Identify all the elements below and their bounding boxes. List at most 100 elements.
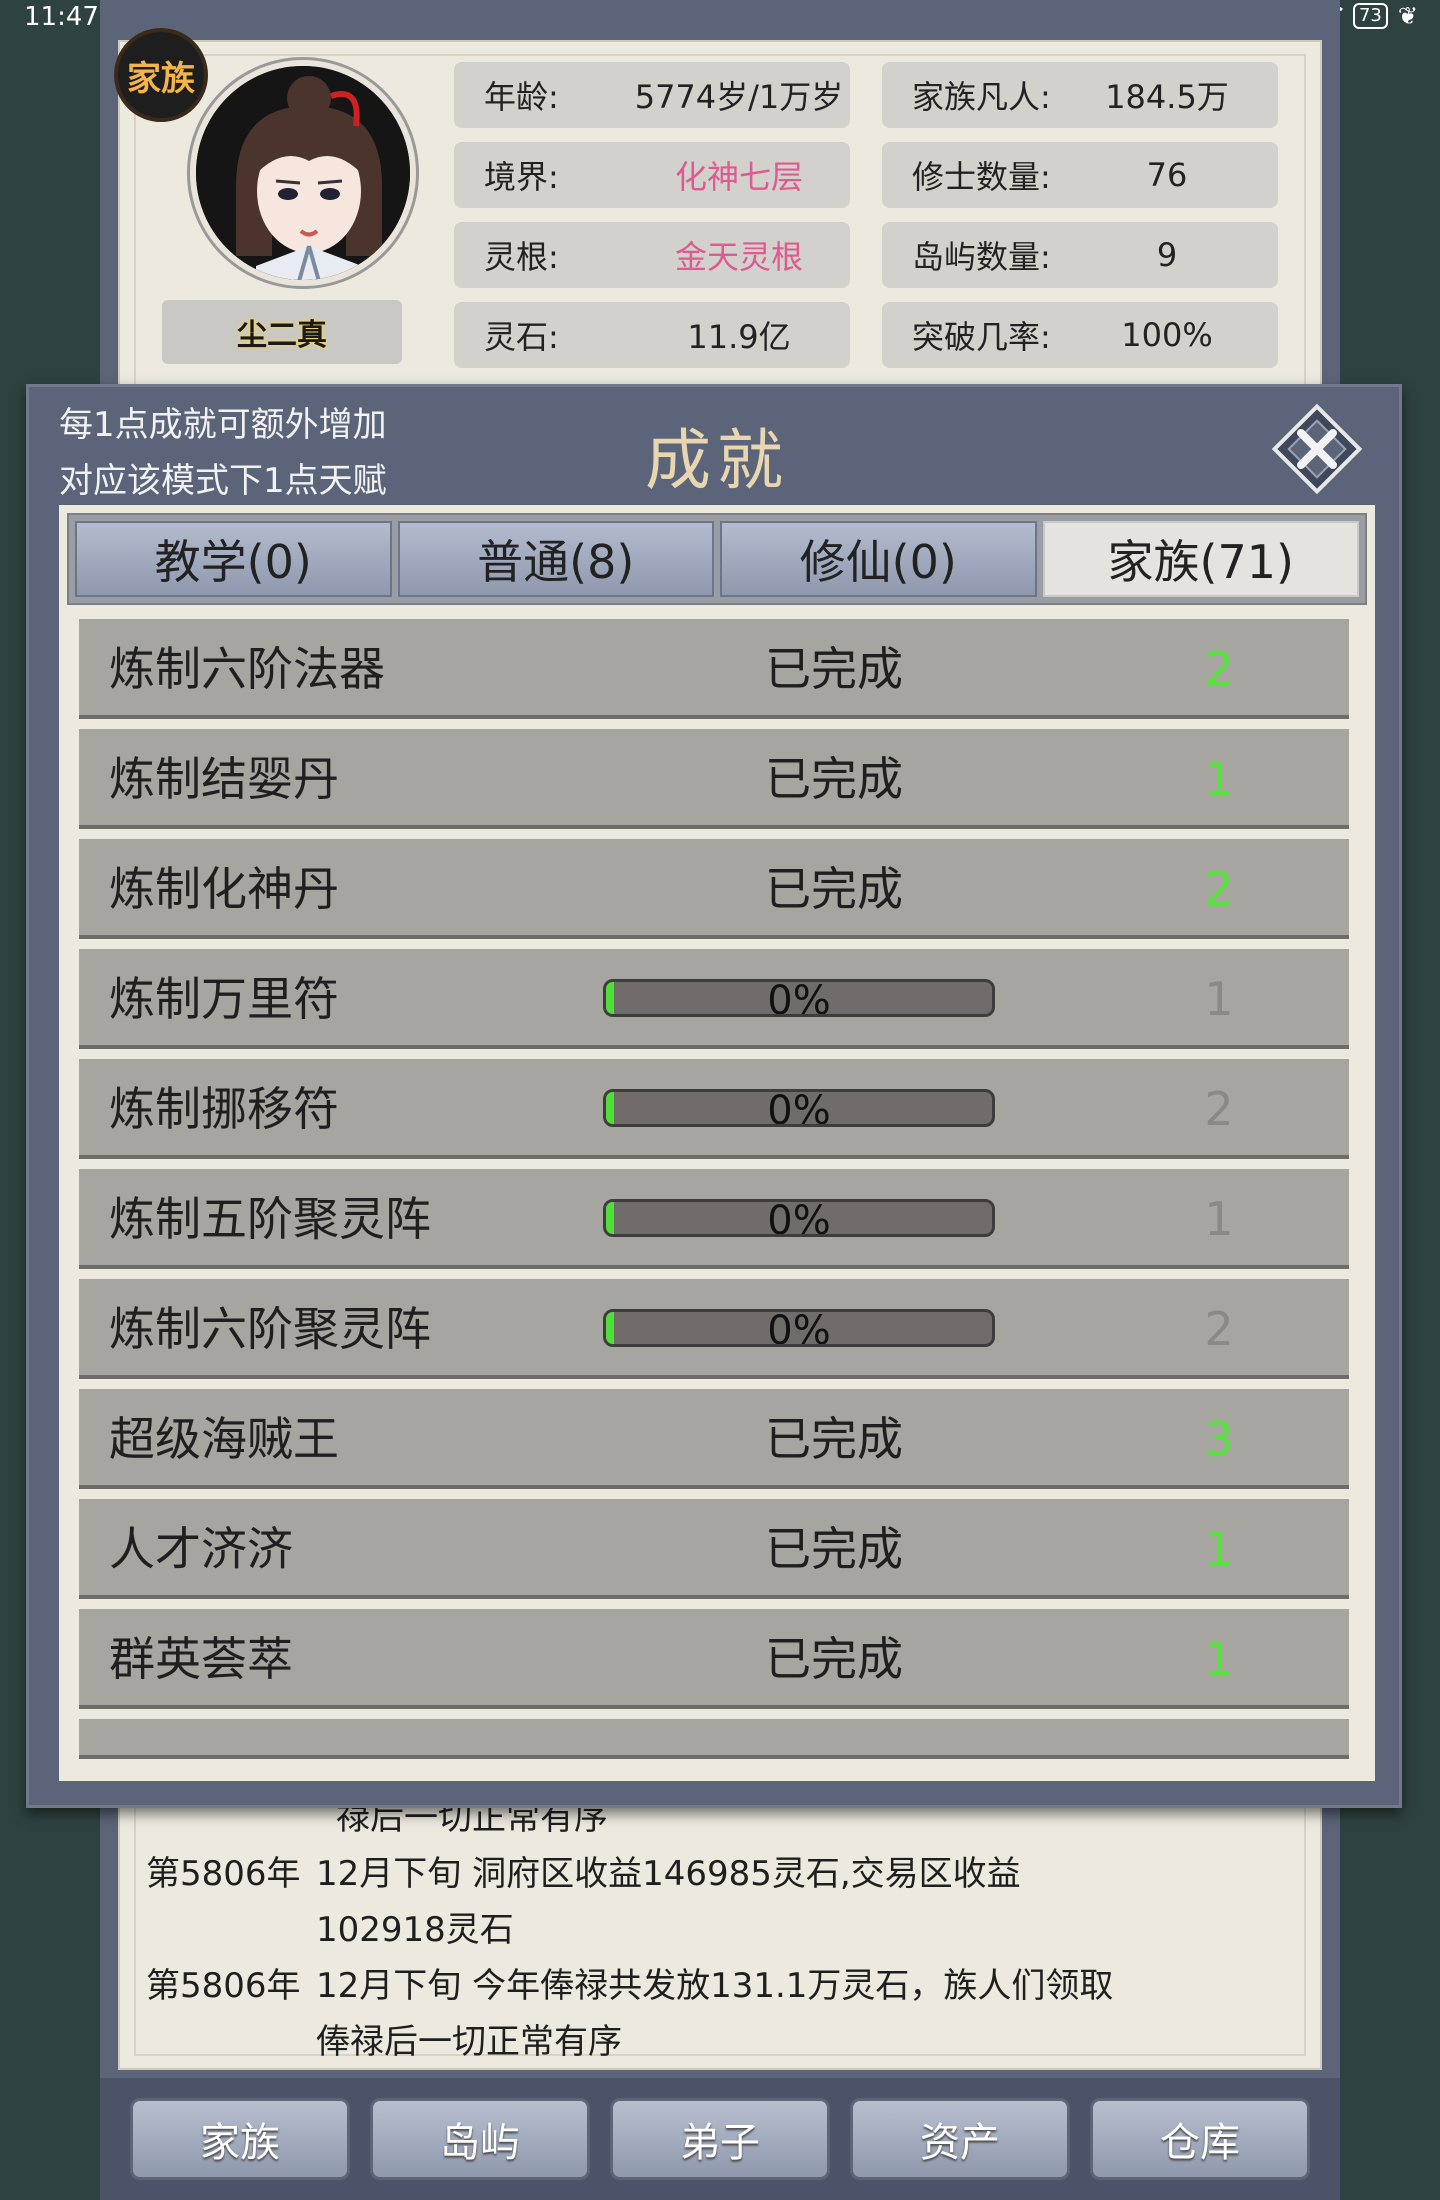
achievement-status: 已完成	[765, 1522, 903, 1576]
stat-cultivators: 修士数量: 76	[882, 142, 1278, 208]
nav-islands-button[interactable]: 岛屿	[370, 2098, 590, 2180]
progress-bar: 0%	[603, 1199, 995, 1237]
stat-value: 金天灵根	[674, 238, 803, 276]
achievement-row: 炼制六阶法器 已完成 2	[79, 619, 1349, 719]
log-text: 12月下旬 今年俸禄共发放131.1万灵石，族人们领取	[316, 1966, 1114, 2006]
stat-islands: 岛屿数量: 9	[882, 222, 1278, 288]
log-row: 第5806年 12月下旬 今年俸禄共发放131.1万灵石，族人们领取	[146, 1958, 1266, 2014]
achievement-reward: 1	[1204, 1192, 1234, 1246]
achievement-list[interactable]: 炼制六阶法器 已完成 2 炼制结婴丹 已完成 1 炼制化神丹 已完成 2 炼制万…	[79, 619, 1349, 1759]
stat-value: 184.5万	[1105, 78, 1229, 116]
achievement-status: 已完成	[765, 1632, 903, 1686]
stat-label: 年龄:	[484, 78, 559, 116]
stat-age: 年龄: 5774岁/1万岁	[454, 62, 850, 128]
achievement-row: 群英荟萃 已完成 1	[79, 1609, 1349, 1709]
progress-text: 0%	[767, 1309, 831, 1347]
stat-spirit-root: 灵根: 金天灵根	[454, 222, 850, 288]
clan-badge: 家族	[114, 28, 208, 122]
achievement-status: 已完成	[765, 862, 903, 916]
leaf-icon: ❦	[1397, 2, 1418, 30]
achievement-name: 超级海贼王	[109, 1412, 339, 1466]
log-text: 12月下旬 洞府区收益146985灵石,交易区收益	[316, 1854, 1021, 1894]
stat-label: 境界:	[484, 158, 559, 196]
tab-clan[interactable]: 家族(71)	[1042, 521, 1359, 597]
stat-breakthrough: 突破几率: 100%	[882, 302, 1278, 368]
nav-warehouse-button[interactable]: 仓库	[1090, 2098, 1310, 2180]
log-year	[146, 2014, 316, 2070]
log-year: 第5806年	[146, 1854, 301, 1894]
achievement-reward: 2	[1204, 862, 1234, 916]
nav-assets-button[interactable]: 资产	[850, 2098, 1070, 2180]
achievement-row: 超级海贼王 已完成 3	[79, 1389, 1349, 1489]
event-log: 禄后一切正常有序 第5806年 12月下旬 洞府区收益146985灵石,交易区收…	[146, 1790, 1266, 2070]
achievement-reward: 3	[1204, 1412, 1234, 1466]
progress-bar: 0%	[603, 979, 995, 1017]
tab-cultivation[interactable]: 修仙(0)	[720, 521, 1037, 597]
achievement-reward: 1	[1204, 752, 1234, 806]
log-text: 俸禄后一切正常有序	[316, 2022, 622, 2062]
achievement-name: 炼制结婴丹	[109, 752, 339, 806]
achievement-name: 炼制化神丹	[109, 862, 339, 916]
achievement-status: 已完成	[765, 752, 903, 806]
modal-title: 成就	[645, 422, 789, 499]
nav-clan-button[interactable]: 家族	[130, 2098, 350, 2180]
achievement-status: 已完成	[765, 642, 903, 696]
stat-label: 突破几率:	[912, 318, 1051, 356]
achievement-reward: 2	[1204, 642, 1234, 696]
log-year: 第5806年	[146, 1966, 301, 2006]
achievement-tabs: 教学(0) 普通(8) 修仙(0) 家族(71)	[67, 513, 1367, 605]
tab-normal[interactable]: 普通(8)	[397, 521, 714, 597]
modal-body: 教学(0) 普通(8) 修仙(0) 家族(71) 炼制六阶法器 已完成 2 炼制…	[59, 505, 1375, 1781]
progress-bar: 0%	[603, 1089, 995, 1127]
achievement-name: 人才济济	[109, 1522, 293, 1576]
character-portrait[interactable]	[190, 60, 416, 286]
achievement-status: 已完成	[765, 1412, 903, 1466]
stat-label: 灵根:	[484, 238, 559, 276]
progress-text: 0%	[767, 1089, 831, 1127]
achievement-name: 炼制挪移符	[109, 1082, 339, 1136]
achievement-name: 群英荟萃	[109, 1632, 293, 1686]
achievement-row: 炼制挪移符 0% 2	[79, 1059, 1349, 1159]
achievement-row: 人才济济 已完成 1	[79, 1499, 1349, 1599]
achievement-reward: 1	[1204, 1522, 1234, 1576]
close-icon	[1271, 403, 1363, 495]
stat-label: 灵石:	[484, 318, 559, 356]
stat-label: 修士数量:	[912, 158, 1051, 196]
achievement-row: 炼制结婴丹 已完成 1	[79, 729, 1349, 829]
close-button[interactable]	[1265, 397, 1369, 501]
achievement-name: 炼制六阶聚灵阵	[109, 1302, 431, 1356]
bottom-nav: 家族 岛屿 弟子 资产 仓库	[100, 2078, 1340, 2200]
progress-text: 0%	[767, 979, 831, 1017]
achievement-reward: 1	[1204, 1632, 1234, 1686]
character-name: 尘二真	[162, 300, 402, 364]
achievement-row: 炼制万里符 0% 1	[79, 949, 1349, 1049]
achievement-row: 炼制五阶聚灵阵 0% 1	[79, 1169, 1349, 1269]
stat-value: 5774岁/1万岁	[634, 78, 844, 116]
status-time: 11:47	[24, 2, 99, 32]
stat-value: 100%	[1121, 316, 1213, 354]
stat-value: 9	[1156, 236, 1178, 274]
log-row: 102918灵石	[146, 1902, 1266, 1958]
progress-text: 0%	[767, 1199, 831, 1237]
achievement-reward: 2	[1204, 1302, 1234, 1356]
log-row: 第5806年 12月下旬 洞府区收益146985灵石,交易区收益	[146, 1846, 1266, 1902]
stat-realm: 境界: 化神七层	[454, 142, 850, 208]
battery-icon: 73	[1352, 3, 1388, 29]
achievement-reward: 1	[1204, 972, 1234, 1026]
stat-label: 岛屿数量:	[912, 238, 1051, 276]
stat-value: 76	[1146, 156, 1188, 194]
log-year	[146, 1902, 316, 1958]
achievement-reward: 2	[1204, 1082, 1234, 1136]
stat-label: 家族凡人:	[912, 78, 1051, 116]
nav-disciples-button[interactable]: 弟子	[610, 2098, 830, 2180]
tab-tutorial[interactable]: 教学(0)	[75, 521, 392, 597]
log-row: 俸禄后一切正常有序	[146, 2014, 1266, 2070]
achievement-row-partial	[79, 1719, 1349, 1759]
stat-mortals: 家族凡人: 184.5万	[882, 62, 1278, 128]
achievement-row: 炼制六阶聚灵阵 0% 2	[79, 1279, 1349, 1379]
achievement-name: 炼制万里符	[109, 972, 339, 1026]
achievement-name: 炼制六阶法器	[109, 642, 385, 696]
achievement-modal: 每1点成就可额外增加 对应该模式下1点天赋 成就 教学(0) 普通(8) 修仙(…	[26, 384, 1402, 1808]
achievement-row: 炼制化神丹 已完成 2	[79, 839, 1349, 939]
stat-spirit-stones: 灵石: 11.9亿	[454, 302, 850, 368]
